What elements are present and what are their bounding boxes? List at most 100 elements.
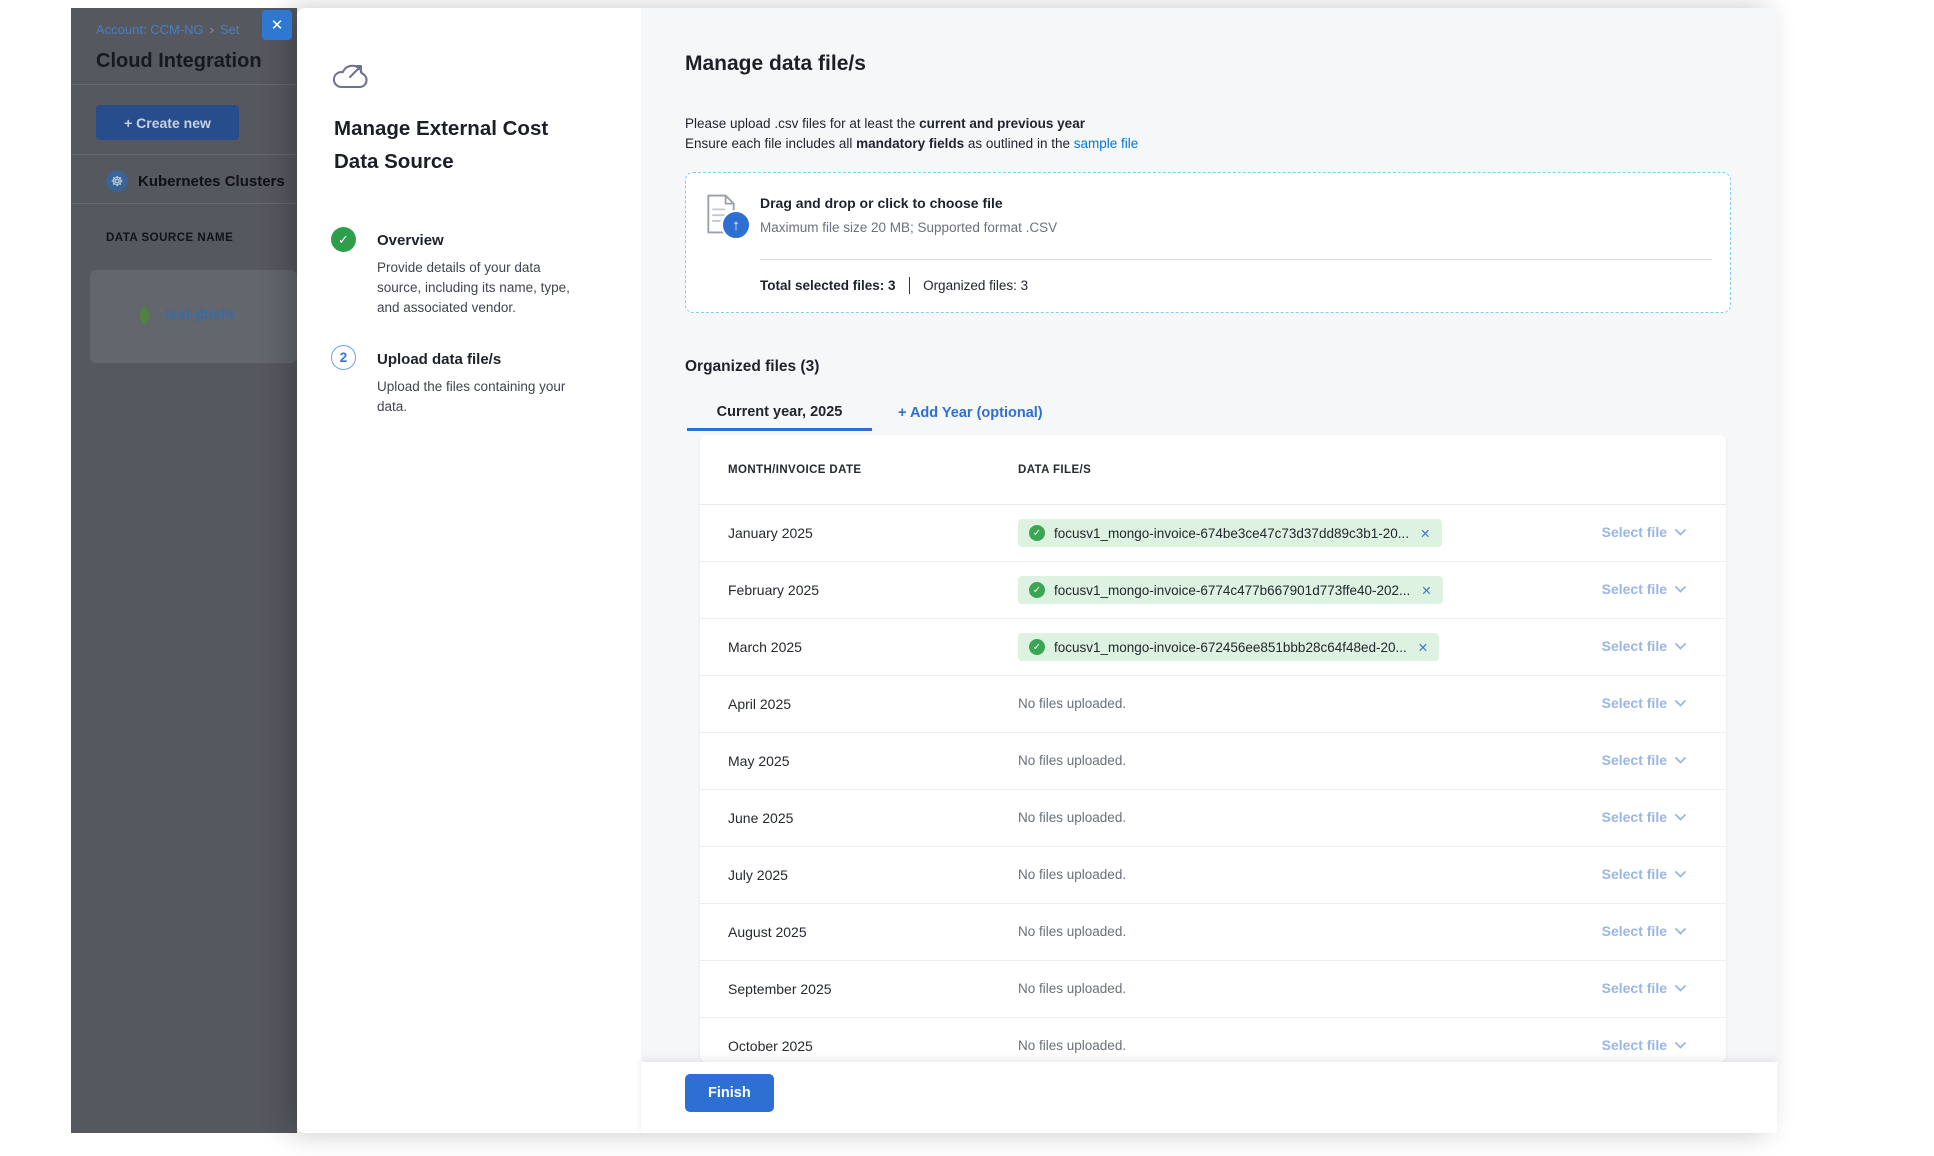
table-row: July 2025 No files uploaded. Select file (700, 847, 1726, 904)
finish-button[interactable]: Finish (685, 1074, 774, 1112)
wizard-panel: Manage External Cost Data Source ✓ Overv… (297, 8, 641, 1133)
screen: Account: CCM-NG › Set Cloud Integration + … (0, 0, 1934, 1156)
month-label: February 2025 (700, 582, 1018, 598)
table-row: February 2025 ✓ focusv1_mongo-invoice-677… (700, 562, 1726, 619)
select-file-button[interactable]: Select file (1602, 752, 1686, 768)
file-totals: Total selected files: 3 Organized files:… (760, 277, 1028, 294)
select-file-button[interactable]: Select file (1602, 866, 1686, 882)
remove-file-icon[interactable]: ✕ (1418, 526, 1430, 541)
data-source-row[interactable]: test-jbisht (138, 302, 234, 328)
background-page: Account: CCM-NG › Set Cloud Integration + … (71, 8, 297, 1133)
close-drawer-button[interactable]: ✕ (262, 10, 292, 40)
table-row: October 2025 No files uploaded. Select f… (700, 1018, 1726, 1062)
organized-files-heading: Organized files (3) (685, 358, 819, 376)
upload-file-illustration: ↑ (706, 193, 754, 241)
dropzone-hint: Maximum file size 20 MB; Supported forma… (760, 220, 1057, 235)
select-file-button[interactable]: Select file (1602, 638, 1686, 654)
uploaded-file-chip: ✓ focusv1_mongo-invoice-6774c477b667901d7… (1018, 576, 1443, 604)
month-label: July 2025 (700, 867, 1018, 883)
table-row: April 2025 No files uploaded. Select fil… (700, 676, 1726, 733)
table-row: March 2025 ✓focusv1_mongo-invoice-672456… (700, 619, 1726, 676)
chevron-down-icon (1675, 586, 1686, 593)
kubernetes-icon: ☸ (106, 170, 128, 192)
no-files-text: No files uploaded. (1018, 867, 1126, 882)
organized-files-table: MONTH/INVOICE DATE DATA FILE/S January 2… (700, 435, 1726, 1062)
breadcrumb-account-link[interactable]: Account: CCM-NG (96, 22, 204, 37)
select-file-button[interactable]: Select file (1602, 581, 1686, 597)
no-files-text: No files uploaded. (1018, 981, 1126, 996)
select-file-button[interactable]: Select file (1602, 809, 1686, 825)
instruction-line-1: Please upload .csv files for at least th… (685, 114, 1138, 134)
chevron-down-icon (1675, 985, 1686, 992)
no-files-text: No files uploaded. (1018, 810, 1126, 825)
data-source-card: test-jbisht (90, 270, 297, 363)
upload-step-content: Manage data file/s Please upload .csv fi… (641, 8, 1777, 1062)
table-row: August 2025 No files uploaded. Select fi… (700, 904, 1726, 961)
file-valid-check-icon: ✓ (1029, 525, 1045, 541)
create-new-button[interactable]: + Create new (96, 105, 239, 140)
table-row: May 2025 No files uploaded. Select file (700, 733, 1726, 790)
file-name: focusv1_mongo-invoice-6774c477b667901d77… (1054, 583, 1410, 598)
no-files-text: No files uploaded. (1018, 924, 1126, 939)
table-row: January 2025 ✓ focusv1_mongo-invoice-674b… (700, 505, 1726, 562)
mongodb-leaf-icon (138, 302, 151, 328)
dropzone-title: Drag and drop or click to choose file (760, 195, 1003, 211)
uploaded-file-chip: ✓ focusv1_mongo-invoice-674be3ce47c73d37d… (1018, 519, 1442, 547)
breadcrumb-section-link[interactable]: Set (220, 22, 240, 37)
select-file-button[interactable]: Select file (1602, 923, 1686, 939)
select-file-button[interactable]: Select file (1602, 524, 1686, 540)
month-label: August 2025 (700, 924, 1018, 940)
content-heading: Manage data file/s (685, 52, 866, 76)
manage-data-source-drawer: Manage External Cost Data Source ✓ Overv… (297, 8, 1777, 1133)
year-tabs: Current year, 2025 + Add Year (optional) (641, 395, 1777, 431)
select-file-button[interactable]: Select file (1602, 695, 1686, 711)
tab-kubernetes-clusters[interactable]: ☸ Kubernetes Clusters (106, 170, 285, 192)
select-file-button[interactable]: Select file (1602, 1037, 1686, 1053)
upload-arrow-icon: ↑ (721, 210, 751, 240)
page-title: Cloud Integration (96, 50, 262, 73)
step-upload-description: Upload the files containing your data. (377, 377, 577, 417)
drawer-footer: Finish (641, 1062, 1777, 1133)
step-overview-label: Overview (377, 232, 444, 249)
file-valid-check-icon: ✓ (1029, 582, 1045, 598)
chevron-down-icon (1675, 529, 1686, 536)
month-label: September 2025 (700, 981, 1018, 997)
file-dropzone[interactable]: ↑ Drag and drop or click to choose file … (685, 172, 1731, 313)
divider (909, 277, 911, 294)
no-files-text: No files uploaded. (1018, 753, 1126, 768)
tab-label: Kubernetes Clusters (138, 173, 285, 190)
instruction-line-2: Ensure each file includes all mandatory … (685, 134, 1138, 154)
data-source-name-link[interactable]: test-jbisht (165, 307, 234, 323)
month-label: April 2025 (700, 696, 1018, 712)
no-files-text: No files uploaded. (1018, 696, 1126, 711)
chevron-down-icon (1675, 643, 1686, 650)
step-number-badge: 2 (331, 345, 356, 370)
chevron-down-icon (1675, 814, 1686, 821)
step-complete-check-icon: ✓ (331, 227, 356, 252)
table-row: September 2025 No files uploaded. Select… (700, 961, 1726, 1018)
divider (760, 259, 1712, 260)
chevron-down-icon (1675, 757, 1686, 764)
file-name: focusv1_mongo-invoice-674be3ce47c73d37dd… (1054, 526, 1409, 541)
column-header-data-files: DATA FILE/S (1018, 464, 1726, 476)
wizard-step-upload[interactable]: 2 (331, 345, 356, 370)
no-files-text: No files uploaded. (1018, 1038, 1126, 1053)
remove-file-icon[interactable]: ✕ (1416, 640, 1428, 655)
column-header-data-source-name: DATA SOURCE NAME (106, 232, 233, 244)
add-year-button[interactable]: + Add Year (optional) (898, 395, 1043, 431)
total-selected-files: Total selected files: 3 (760, 278, 896, 293)
step-upload-label: Upload data file/s (377, 351, 501, 368)
remove-file-icon[interactable]: ✕ (1419, 583, 1431, 598)
file-valid-check-icon: ✓ (1029, 639, 1045, 655)
breadcrumb-separator-icon: › (210, 22, 214, 37)
uploaded-file-chip: ✓focusv1_mongo-invoice-672456ee851bbb28c… (1018, 633, 1439, 661)
divider (71, 203, 297, 204)
chevron-down-icon (1675, 928, 1686, 935)
organized-files-count: Organized files: 3 (923, 278, 1028, 293)
wizard-step-overview[interactable]: ✓ (331, 227, 356, 252)
step-overview-description: Provide details of your data source, inc… (377, 258, 577, 318)
month-label: January 2025 (700, 525, 1018, 541)
sample-file-link[interactable]: sample file (1074, 136, 1139, 151)
tab-current-year[interactable]: Current year, 2025 (687, 395, 872, 431)
select-file-button[interactable]: Select file (1602, 980, 1686, 996)
